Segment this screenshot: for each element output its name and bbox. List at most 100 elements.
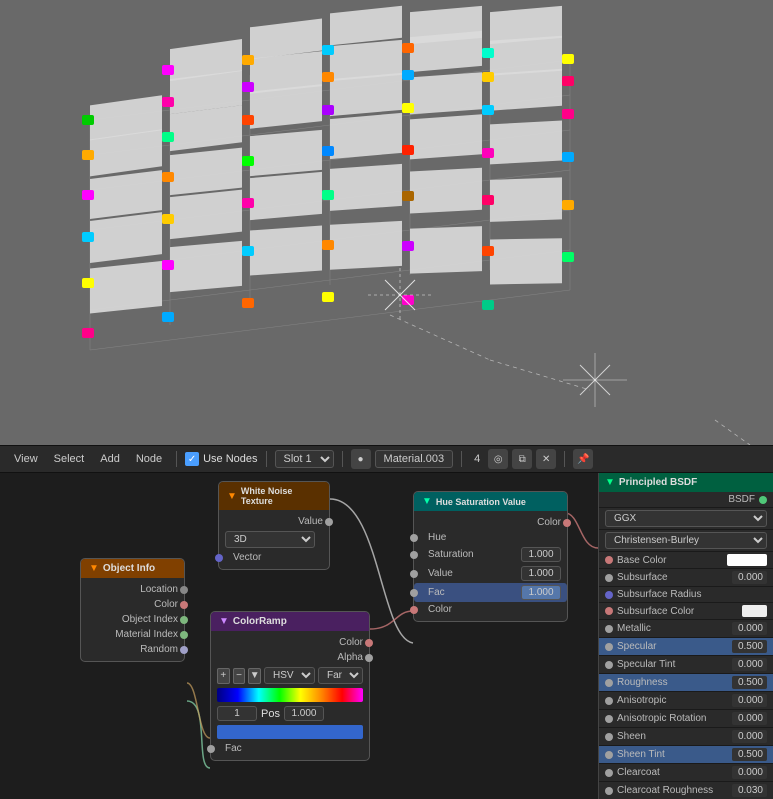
material-name[interactable]: Material.003: [375, 450, 454, 468]
menu-item-add[interactable]: Add: [94, 451, 126, 467]
specular-tint-value[interactable]: 0.000: [732, 658, 767, 671]
ramp-color-out-socket: [365, 639, 373, 647]
vector-input-row: Vector: [219, 550, 329, 565]
clearcoat-roughness-value[interactable]: 0.030: [732, 784, 767, 797]
fac-in-socket: [410, 589, 418, 597]
sat-in-socket: [410, 551, 418, 559]
val-label: Value: [428, 568, 517, 579]
value-socket: [325, 518, 333, 526]
color-ramp-gradient[interactable]: [217, 688, 363, 702]
ramp-alpha-out-label: Alpha: [217, 652, 363, 663]
object-info-objindex-row: Object Index: [81, 612, 184, 627]
object-info-title: Object Info: [103, 563, 155, 574]
white-noise-title: White Noise Texture: [241, 486, 321, 506]
pos-value-field[interactable]: 1.000: [284, 706, 324, 721]
specular-value[interactable]: 0.500: [732, 640, 767, 653]
object-info-random-row: Random: [81, 642, 184, 657]
ramp-controls: + − ▼ HSV Far: [211, 665, 369, 686]
node-editor[interactable]: ▼ Object Info Location Color Object Inde…: [0, 473, 773, 799]
viewport[interactable]: [0, 0, 773, 445]
distribution-dropdown[interactable]: GGX: [605, 510, 767, 527]
copy-icon[interactable]: ⧉: [512, 449, 532, 469]
subsurface-value[interactable]: 0.000: [732, 571, 767, 584]
close-icon[interactable]: ✕: [536, 449, 556, 469]
anisotropic-socket: [605, 697, 613, 705]
hue-sat-color-output-row: Color: [414, 515, 567, 530]
hue-input-row: Hue: [414, 530, 567, 545]
color-in-label: Color: [428, 604, 561, 615]
base-color-label: Base Color: [617, 555, 727, 566]
clearcoat-roughness-label: Clearcoat Roughness: [617, 785, 732, 796]
ramp-selected-color[interactable]: [217, 725, 363, 739]
ramp-interp-dropdown[interactable]: Far: [318, 667, 363, 684]
roughness-socket: [605, 679, 613, 687]
bsdf-clearcoat-roughness-row: Clearcoat Roughness 0.030: [599, 782, 773, 799]
anisotropic-rot-socket: [605, 715, 613, 723]
bsdf-title: Principled BSDF: [619, 477, 697, 488]
ramp-remove-btn[interactable]: −: [233, 668, 246, 684]
specular-tint-socket: [605, 661, 613, 669]
stop-index-field[interactable]: 1: [217, 706, 257, 721]
principled-bsdf-panel: ▼ Principled BSDF BSDF GGX Christensen-B…: [598, 473, 773, 799]
bsdf-specular-tint-row: Specular Tint 0.000: [599, 656, 773, 674]
ramp-add-btn[interactable]: +: [217, 668, 230, 684]
clearcoat-socket: [605, 769, 613, 777]
anisotropic-rot-value[interactable]: 0.000: [732, 712, 767, 725]
color-ramp-title: ColorRamp: [233, 616, 287, 627]
saturation-input-row: Saturation 1.000: [414, 545, 567, 564]
specular-socket: [605, 643, 613, 651]
sat-label: Saturation: [428, 549, 517, 560]
menu-item-node[interactable]: Node: [130, 451, 168, 467]
metallic-value[interactable]: 0.000: [732, 622, 767, 635]
slot-dropdown[interactable]: Slot 1: [275, 450, 334, 468]
subsurface-method-dropdown[interactable]: Christensen-Burley: [605, 532, 767, 549]
value-input-row: Value 1.000: [414, 564, 567, 583]
sphere-icon[interactable]: ●: [351, 449, 371, 469]
white-noise-header: ▼ White Noise Texture: [219, 482, 329, 510]
pin-icon[interactable]: 📌: [573, 449, 593, 469]
bsdf-clearcoat-row: Clearcoat 0.000: [599, 764, 773, 782]
val-in-socket: [410, 570, 418, 578]
base-color-swatch[interactable]: [727, 554, 767, 566]
hue-sat-node: ▼ Hue Saturation Value Color Hue Saturat…: [413, 491, 568, 622]
sheen-value[interactable]: 0.000: [732, 730, 767, 743]
subsurface-color-swatch[interactable]: [742, 605, 767, 617]
fac-value-field[interactable]: 1.000: [521, 585, 561, 600]
roughness-value[interactable]: 0.500: [732, 676, 767, 689]
val-value-field[interactable]: 1.000: [521, 566, 561, 581]
bsdf-output-row: BSDF: [599, 492, 773, 508]
clearcoat-label: Clearcoat: [617, 767, 732, 778]
hue-label: Hue: [428, 532, 561, 543]
sheen-tint-value[interactable]: 0.500: [732, 748, 767, 761]
ramp-mode-dropdown[interactable]: HSV: [264, 667, 315, 684]
specular-tint-label: Specular Tint: [617, 659, 732, 670]
ramp-alpha-out-socket: [365, 654, 373, 662]
anisotropic-value[interactable]: 0.000: [732, 694, 767, 707]
object-info-color-row: Color: [81, 597, 184, 612]
use-nodes-checkbox[interactable]: ✓: [185, 452, 199, 466]
bsdf-out-label: BSDF: [605, 494, 755, 505]
base-color-socket: [605, 556, 613, 564]
random-label: Random: [87, 644, 178, 655]
sat-value-field[interactable]: 1.000: [521, 547, 561, 562]
object-info-node: ▼ Object Info Location Color Object Inde…: [80, 558, 185, 662]
bsdf-anisotropic-row: Anisotropic 0.000: [599, 692, 773, 710]
metallic-label: Metallic: [617, 623, 732, 634]
vector-label: Vector: [233, 552, 323, 563]
obj-color-label: Color: [87, 599, 178, 610]
node-editor-menu: View Select Add Node ✓ Use Nodes Slot 1 …: [0, 445, 773, 473]
bsdf-subsurface-row: Subsurface 0.000: [599, 569, 773, 587]
location-label: Location: [87, 584, 178, 595]
shield-icon[interactable]: ◎: [488, 449, 508, 469]
menu-item-select[interactable]: Select: [48, 451, 91, 467]
sheen-socket: [605, 733, 613, 741]
bsdf-subsurface-color-row: Subsurface Color: [599, 603, 773, 620]
dimension-dropdown[interactable]: 3D: [225, 531, 315, 548]
sheen-label: Sheen: [617, 731, 732, 742]
ramp-arrow-btn[interactable]: ▼: [248, 668, 261, 684]
clearcoat-value[interactable]: 0.000: [732, 766, 767, 779]
hue-in-socket: [410, 534, 418, 542]
hue-sat-color-out-socket: [563, 519, 571, 527]
ramp-fac-input-row: Fac: [211, 741, 369, 756]
menu-item-view[interactable]: View: [8, 451, 44, 467]
